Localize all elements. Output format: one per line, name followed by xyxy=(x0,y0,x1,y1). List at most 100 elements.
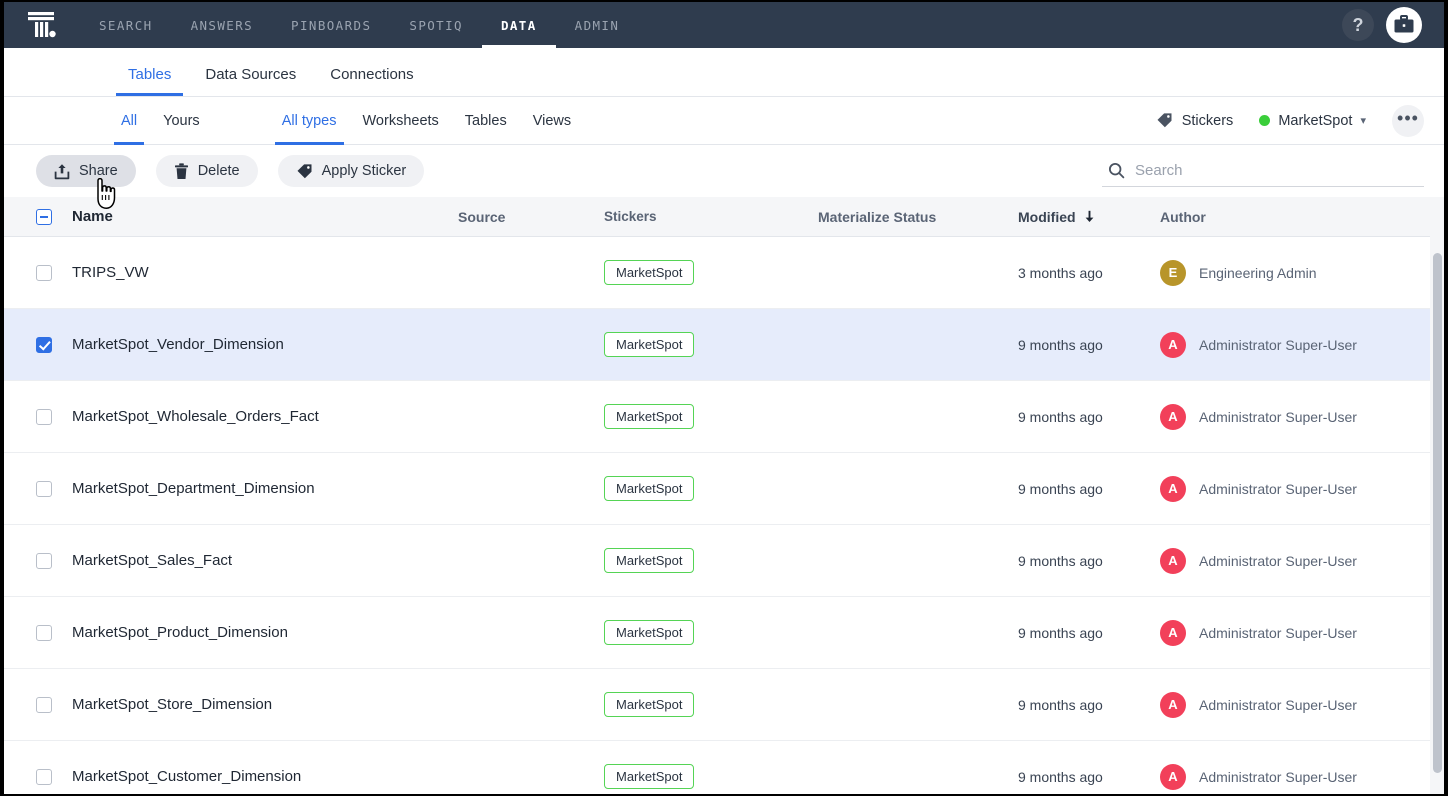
sticker-badge[interactable]: MarketSpot xyxy=(604,548,694,573)
filter-views[interactable]: Views xyxy=(520,97,584,145)
author-name: Administrator Super-User xyxy=(1199,553,1357,569)
search-box[interactable] xyxy=(1102,155,1424,187)
column-header-stickers[interactable]: Stickers xyxy=(604,209,818,224)
sticker-badge[interactable]: MarketSpot xyxy=(604,692,694,717)
thoughtspot-logo[interactable] xyxy=(4,2,80,48)
row-sticker-cell: MarketSpot xyxy=(604,620,818,645)
tab-tables[interactable]: Tables xyxy=(116,66,183,96)
section-tab-bar: Tables Data Sources Connections xyxy=(4,48,1444,97)
sticker-badge[interactable]: MarketSpot xyxy=(604,476,694,501)
author-name: Administrator Super-User xyxy=(1199,625,1357,641)
row-checkbox[interactable] xyxy=(36,481,52,497)
row-checkbox[interactable] xyxy=(36,553,52,569)
table-row[interactable]: MarketSpot_Store_DimensionMarketSpot9 mo… xyxy=(4,669,1444,741)
row-author-cell: AAdministrator Super-User xyxy=(1160,764,1402,790)
nav-item-pinboards[interactable]: PINBOARDS xyxy=(272,2,390,48)
column-header-modified[interactable]: Modified xyxy=(1018,209,1160,225)
sticker-badge[interactable]: MarketSpot xyxy=(604,764,694,789)
table-row[interactable]: TRIPS_VWMarketSpot3 months agoEEngineeri… xyxy=(4,237,1444,309)
share-upload-icon xyxy=(54,163,70,180)
user-avatar[interactable] xyxy=(1386,7,1422,43)
filter-yours[interactable]: Yours xyxy=(150,97,213,145)
apply-sticker-button[interactable]: Apply Sticker xyxy=(278,155,425,187)
row-name[interactable]: MarketSpot_Sales_Fact xyxy=(72,552,458,569)
filter-all-types[interactable]: All types xyxy=(269,97,350,145)
share-button[interactable]: Share xyxy=(36,155,136,187)
row-name[interactable]: MarketSpot_Vendor_Dimension xyxy=(72,336,458,353)
author-avatar: A xyxy=(1160,476,1186,502)
row-checkbox[interactable] xyxy=(36,409,52,425)
select-all-checkbox[interactable] xyxy=(36,209,52,225)
row-name[interactable]: MarketSpot_Store_Dimension xyxy=(72,696,458,713)
author-avatar: A xyxy=(1160,404,1186,430)
row-checkbox[interactable] xyxy=(36,625,52,641)
ownership-filter-group: All Yours xyxy=(108,97,213,145)
filter-worksheets[interactable]: Worksheets xyxy=(350,97,452,145)
tab-label: Connections xyxy=(330,66,413,83)
more-options-button[interactable]: ••• xyxy=(1392,105,1424,137)
sticker-badge[interactable]: MarketSpot xyxy=(604,332,694,357)
nav-item-spotiq[interactable]: SPOTIQ xyxy=(390,2,482,48)
filter-all[interactable]: All xyxy=(108,97,150,145)
column-header-source[interactable]: Source xyxy=(458,209,604,225)
tab-data-sources[interactable]: Data Sources xyxy=(193,66,308,96)
column-label: Name xyxy=(72,208,113,225)
row-checkbox[interactable] xyxy=(36,337,52,353)
tag-icon xyxy=(296,163,313,180)
author-name: Engineering Admin xyxy=(1199,265,1317,281)
stickers-filter-button[interactable]: Stickers xyxy=(1156,112,1234,129)
filter-label: Views xyxy=(533,113,571,129)
chevron-down-icon: ▾ xyxy=(1360,114,1366,127)
search-icon xyxy=(1108,162,1125,179)
delete-button[interactable]: Delete xyxy=(156,155,258,187)
sticker-badge[interactable]: MarketSpot xyxy=(604,260,694,285)
sticker-badge[interactable]: MarketSpot xyxy=(604,404,694,429)
row-name[interactable]: MarketSpot_Product_Dimension xyxy=(72,624,458,641)
row-select-cell xyxy=(36,337,72,353)
column-header-materialize-status[interactable]: Materialize Status xyxy=(818,209,1018,225)
table-row[interactable]: MarketSpot_Department_Dimension MarketSpo… xyxy=(4,453,1444,525)
author-name: Administrator Super-User xyxy=(1199,697,1357,713)
nav-item-answers[interactable]: ANSWERS xyxy=(172,2,272,48)
row-select-cell xyxy=(36,697,72,713)
briefcase-icon xyxy=(1392,13,1416,37)
row-name[interactable]: MarketSpot_Wholesale_Orders_Fact xyxy=(72,408,458,425)
delete-label: Delete xyxy=(198,163,240,179)
sticker-badge[interactable]: MarketSpot xyxy=(604,620,694,645)
sticker-scope-selector[interactable]: MarketSpot ▾ xyxy=(1259,113,1366,129)
column-header-name[interactable]: Name xyxy=(72,208,458,225)
row-name[interactable]: MarketSpot_Department_Dimension xyxy=(72,480,458,497)
share-label: Share xyxy=(79,163,118,179)
table-header-row: Name Source Stickers Materialize Status … xyxy=(4,197,1444,237)
row-author-cell: E Engineering Admin xyxy=(1160,260,1402,286)
search-input[interactable] xyxy=(1135,162,1418,179)
row-checkbox[interactable] xyxy=(36,265,52,281)
row-checkbox[interactable] xyxy=(36,769,52,785)
table-row[interactable]: MarketSpot_Wholesale_Orders_Fact MarketSp… xyxy=(4,381,1444,453)
table-row[interactable]: MarketSpot_Sales_FactMarketSpot9 months … xyxy=(4,525,1444,597)
table-body: TRIPS_VWMarketSpot3 months agoEEngineeri… xyxy=(4,237,1444,794)
help-icon[interactable]: ? xyxy=(1342,9,1374,41)
author-name: Administrator Super-User xyxy=(1199,337,1357,353)
tab-connections[interactable]: Connections xyxy=(318,66,425,96)
column-header-author[interactable]: Author xyxy=(1160,209,1402,225)
row-modified: 9 months ago xyxy=(1018,481,1160,497)
nav-item-admin[interactable]: ADMIN xyxy=(556,2,639,48)
author-avatar: E xyxy=(1160,260,1186,286)
row-name[interactable]: TRIPS_VW xyxy=(72,264,458,281)
thoughtspot-app-window: SEARCH ANSWERS PINBOARDS SPOTIQ DATA ADM… xyxy=(4,2,1444,794)
table-row[interactable]: MarketSpot_Customer_DimensionMarketSpot9… xyxy=(4,741,1444,794)
type-filter-group: All types Worksheets Tables Views xyxy=(269,97,584,145)
row-sticker-cell: MarketSpot xyxy=(604,764,818,789)
author-name: Administrator Super-User xyxy=(1199,409,1357,425)
vertical-scrollbar-track[interactable] xyxy=(1430,197,1444,794)
nav-item-search[interactable]: SEARCH xyxy=(80,2,172,48)
vertical-scrollbar-thumb[interactable] xyxy=(1433,253,1442,773)
row-name[interactable]: MarketSpot_Customer_Dimension xyxy=(72,768,458,785)
row-checkbox[interactable] xyxy=(36,697,52,713)
filter-tables[interactable]: Tables xyxy=(452,97,520,145)
nav-item-data[interactable]: DATA xyxy=(482,2,556,48)
column-label: Source xyxy=(458,209,505,225)
table-row[interactable]: MarketSpot_Vendor_DimensionMarketSpot9 m… xyxy=(4,309,1444,381)
table-row[interactable]: MarketSpot_Product_DimensionMarketSpot9 … xyxy=(4,597,1444,669)
